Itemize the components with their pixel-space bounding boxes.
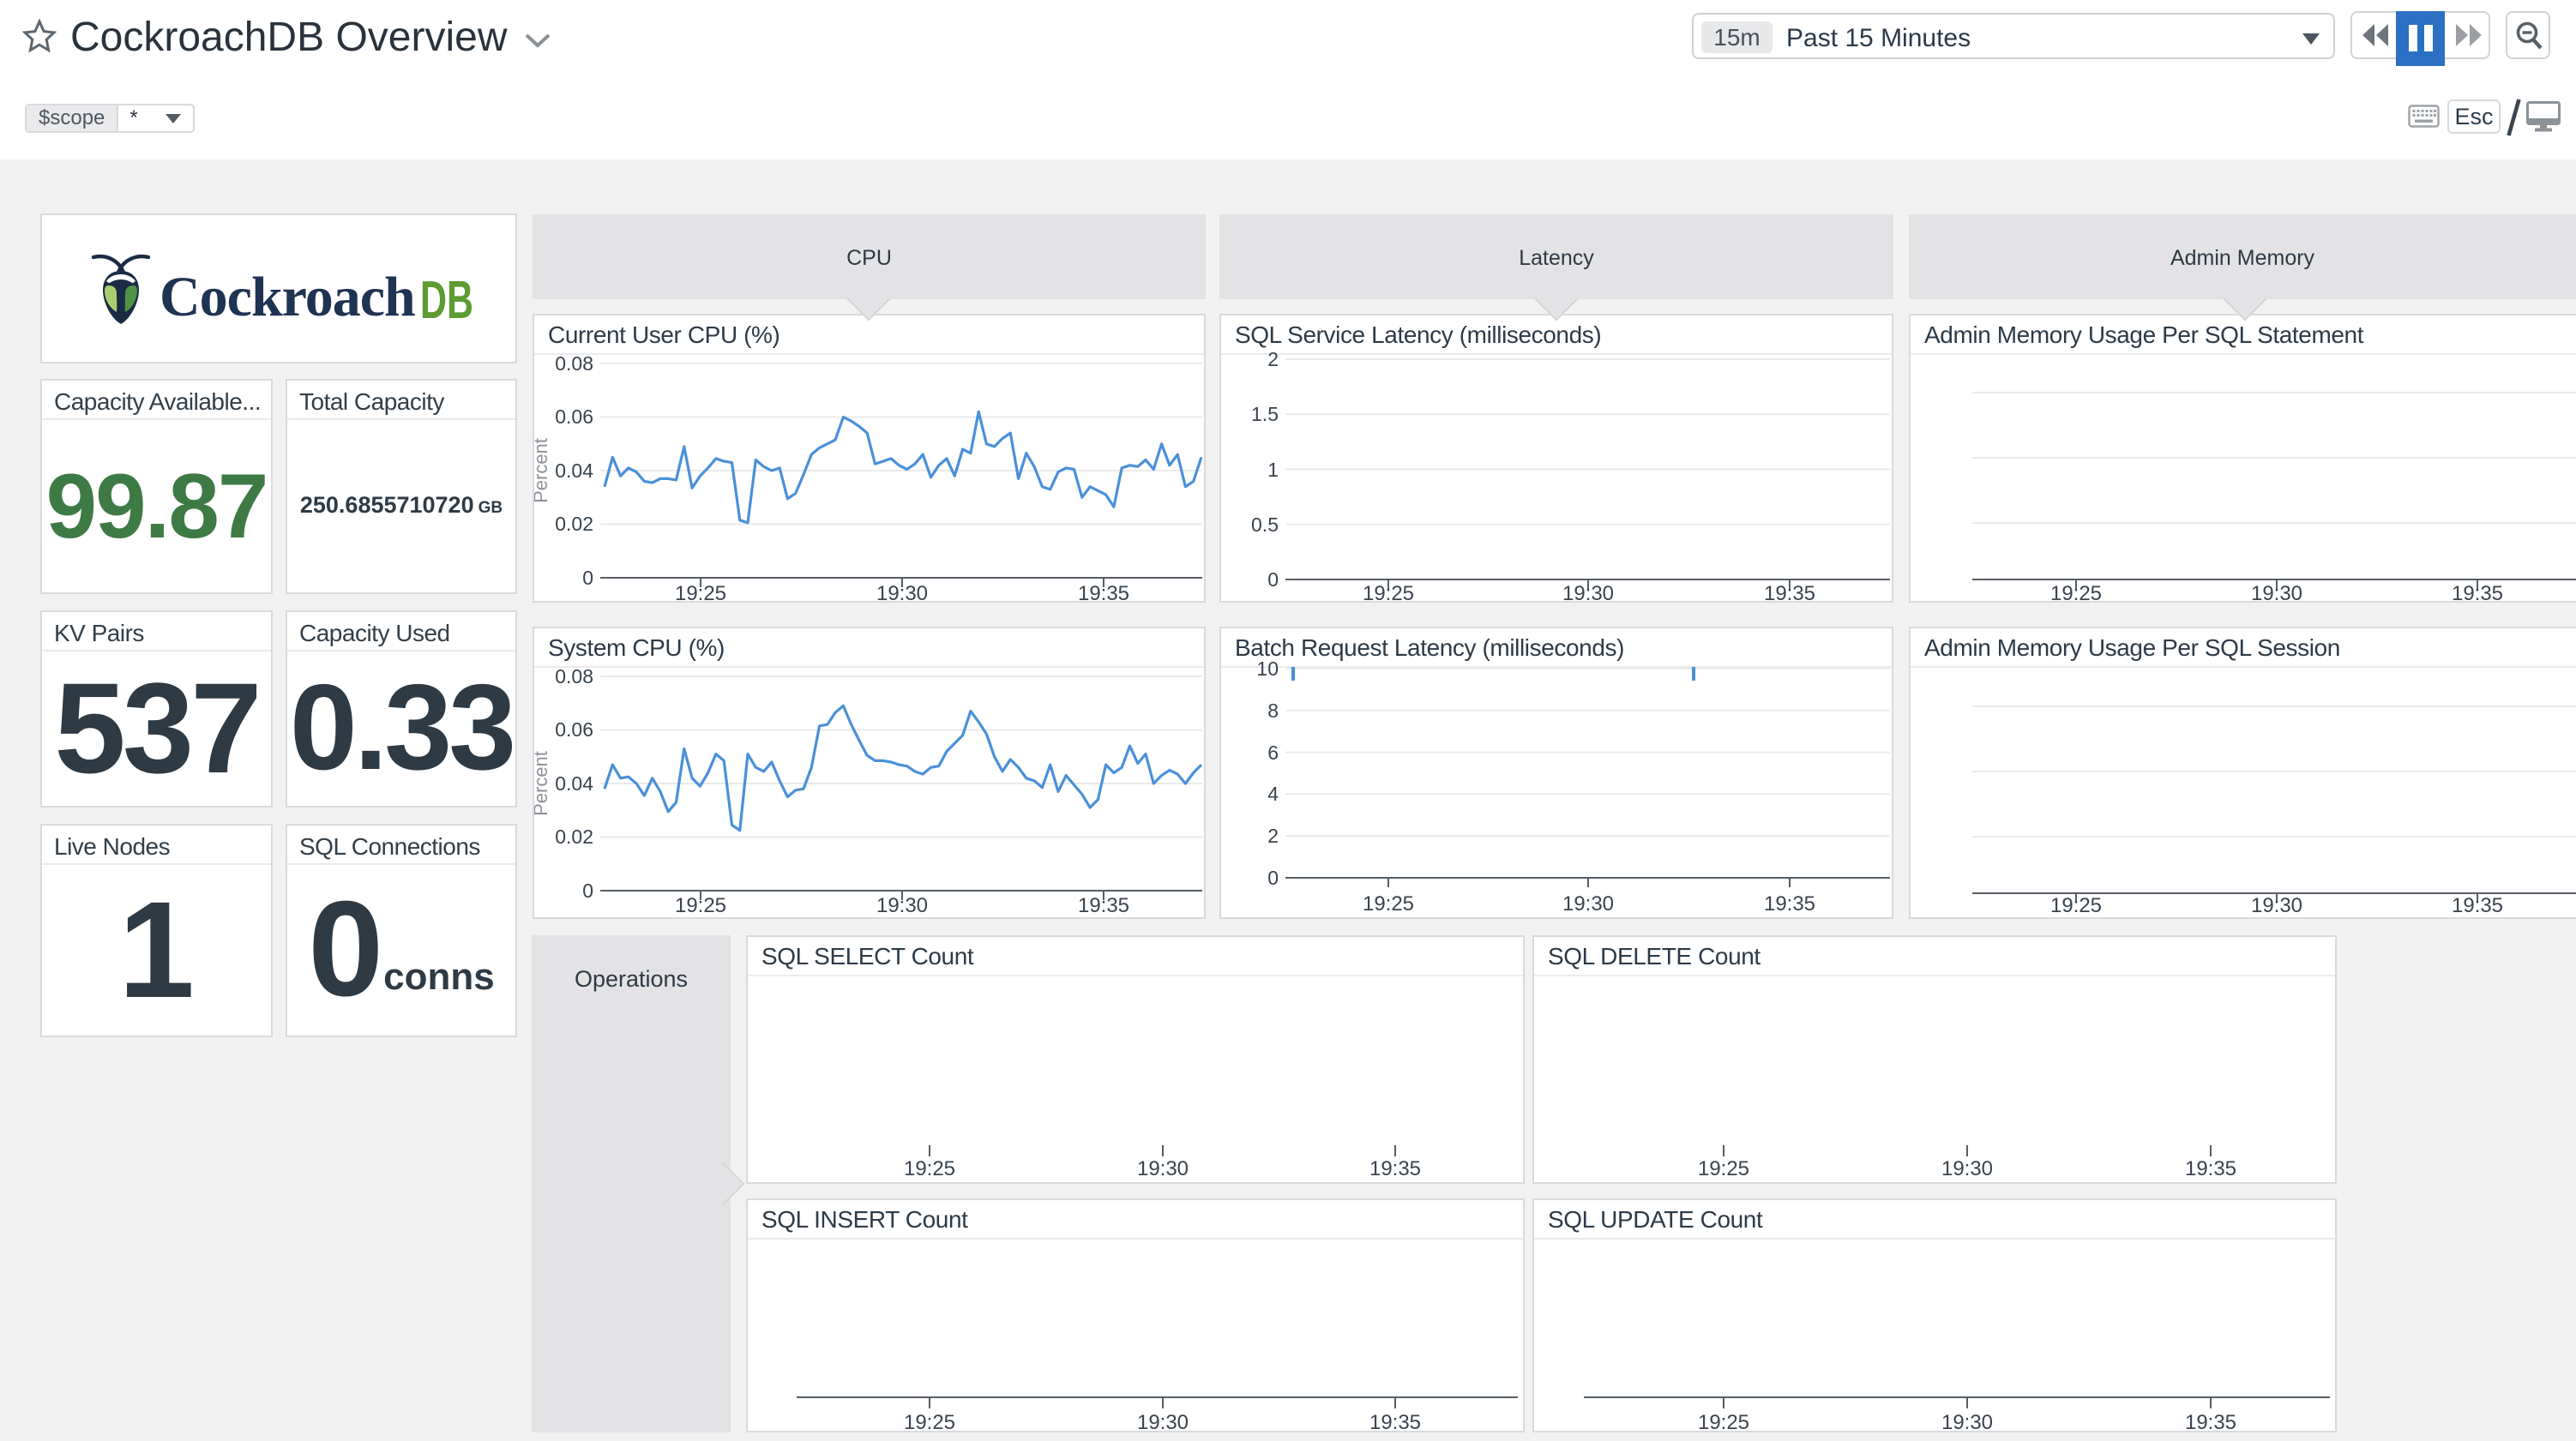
svg-text:10: 10 — [1256, 657, 1279, 680]
svg-text:0.04: 0.04 — [555, 772, 593, 795]
svg-text:2: 2 — [1267, 348, 1279, 370]
svg-text:19:30: 19:30 — [2251, 582, 2302, 601]
svg-text:0.08: 0.08 — [555, 352, 593, 375]
svg-text:19:30: 19:30 — [876, 894, 928, 917]
svg-text:19:25: 19:25 — [904, 1157, 955, 1180]
svg-text:19:25: 19:25 — [904, 1411, 955, 1431]
svg-text:0.06: 0.06 — [555, 718, 593, 741]
svg-text:19:30: 19:30 — [1137, 1411, 1189, 1431]
svg-text:19:25: 19:25 — [2050, 582, 2102, 601]
svg-text:19:35: 19:35 — [1369, 1411, 1421, 1431]
svg-text:0: 0 — [1267, 867, 1279, 889]
svg-text:0.02: 0.02 — [555, 513, 593, 535]
svg-text:0: 0 — [1267, 568, 1279, 591]
svg-text:19:25: 19:25 — [1363, 892, 1414, 916]
svg-text:19:35: 19:35 — [1764, 892, 1815, 916]
svg-text:0.06: 0.06 — [555, 405, 593, 428]
svg-text:0.5: 0.5 — [1251, 513, 1279, 536]
svg-text:19:25: 19:25 — [1698, 1157, 1749, 1180]
svg-text:0.08: 0.08 — [555, 665, 593, 687]
svg-text:19:25: 19:25 — [1363, 582, 1414, 601]
svg-text:Percent: Percent — [534, 438, 551, 503]
svg-text:6: 6 — [1267, 742, 1279, 764]
svg-text:Percent: Percent — [534, 751, 551, 816]
svg-text:1.5: 1.5 — [1251, 403, 1279, 425]
svg-text:1: 1 — [1267, 459, 1279, 481]
svg-text:0.02: 0.02 — [555, 826, 593, 848]
svg-text:19:30: 19:30 — [876, 582, 928, 601]
svg-text:0: 0 — [582, 567, 593, 589]
svg-text:19:30: 19:30 — [1562, 582, 1614, 601]
svg-text:4: 4 — [1267, 783, 1279, 805]
svg-text:19:30: 19:30 — [1137, 1157, 1189, 1180]
svg-text:8: 8 — [1267, 699, 1279, 722]
svg-text:19:35: 19:35 — [2452, 894, 2503, 917]
svg-text:19:30: 19:30 — [1562, 892, 1614, 916]
svg-text:19:25: 19:25 — [2050, 894, 2102, 917]
svg-text:19:35: 19:35 — [2185, 1411, 2236, 1431]
svg-text:19:35: 19:35 — [2185, 1157, 2236, 1180]
svg-text:19:30: 19:30 — [1941, 1157, 1993, 1180]
svg-text:DB: DB — [420, 271, 473, 330]
svg-text:Cockroach: Cockroach — [159, 266, 415, 328]
svg-text:19:25: 19:25 — [675, 894, 726, 917]
svg-text:19:25: 19:25 — [675, 582, 726, 601]
svg-text:19:35: 19:35 — [1369, 1157, 1421, 1180]
svg-text:0.04: 0.04 — [555, 459, 593, 482]
svg-text:19:35: 19:35 — [2452, 582, 2503, 601]
svg-text:19:35: 19:35 — [1078, 582, 1129, 601]
svg-text:0: 0 — [582, 880, 593, 902]
svg-text:2: 2 — [1267, 825, 1279, 847]
svg-text:19:35: 19:35 — [1078, 894, 1129, 917]
svg-text:19:25: 19:25 — [1698, 1411, 1749, 1431]
svg-text:19:35: 19:35 — [1764, 582, 1815, 601]
svg-text:19:30: 19:30 — [1941, 1411, 1993, 1431]
svg-text:19:30: 19:30 — [2251, 894, 2302, 917]
